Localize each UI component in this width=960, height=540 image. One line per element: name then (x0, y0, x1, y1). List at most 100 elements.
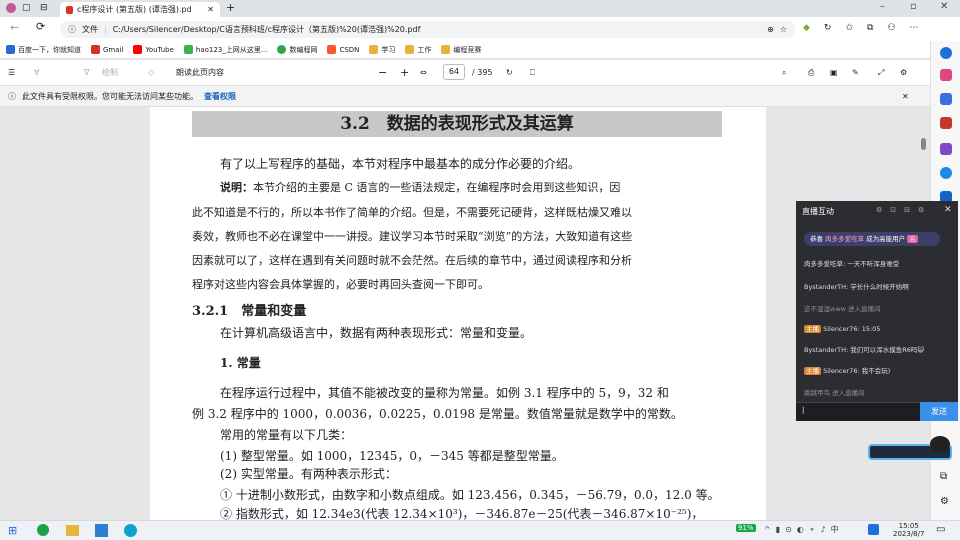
zoom-in-button[interactable]: + (400, 66, 409, 79)
mascot-icon (930, 436, 950, 452)
search-icon[interactable]: ⌕ (782, 68, 786, 78)
back-icon[interactable]: ← (10, 21, 19, 34)
pdf-page: 3.2 数据的表现形式及其运算 有了以上写程序的基础，本节对程序中最基本的成分作… (150, 107, 766, 521)
high-energy-banner: 恭喜 肉多多爱吃草 成为高能用户 高 (804, 232, 940, 246)
info-icon: ⓘ (8, 91, 16, 101)
info-icon[interactable]: ⓘ (68, 24, 76, 35)
paragraph-2b: 例 3.2 程序中的 1000，0.0036，0.0225，0.0198 是常量… (192, 407, 683, 421)
send-button[interactable]: 发送 (920, 402, 958, 421)
rotate-icon[interactable]: ↻ (506, 68, 513, 77)
bookmark-coding[interactable]: 数编程网 (277, 45, 317, 55)
more-menu-icon[interactable]: ⋯ (910, 23, 919, 33)
pdf-icon (66, 5, 73, 14)
tag-icon[interactable] (940, 93, 952, 105)
bookmark-hao123[interactable]: hao123_上网从这里... (183, 45, 267, 55)
bookmark-youtube[interactable]: YouTube (133, 45, 174, 54)
erase-icon[interactable]: ◇ (148, 68, 154, 77)
bookmarks-bar: 百度一下，你就知道 Gmail YouTube hao123_上网从这里... … (0, 41, 930, 59)
shopping-icon[interactable] (940, 69, 952, 81)
save-as-icon[interactable]: ✎ (852, 68, 859, 77)
tab-close-icon[interactable]: ✕ (207, 5, 214, 14)
list-item-1: (1) 整型常量。如 1000，12345，0，－345 等都是整型常量。 (220, 449, 564, 463)
draw-icon[interactable]: ∇ (84, 68, 89, 77)
start-icon[interactable]: ⊞ (8, 524, 17, 537)
infobar-text: 此文件具有受限权限。您可能无法访问某些功能。 (22, 91, 198, 101)
q-icon[interactable] (868, 524, 879, 535)
zoom-out-button[interactable]: − (378, 66, 387, 79)
chat-message: 主播 Silencer76: 15:05 (804, 325, 881, 333)
chat-message: 肉多多爱吃草: 一天不听浑身难受 (804, 260, 900, 268)
list-item-2: (2) 实型常量。有两种表示形式： (220, 467, 397, 481)
file-explorer-icon[interactable] (66, 525, 79, 536)
live-chat-panel: 直播互动 ⚙⊡⊟⚙ ✕ 恭喜 肉多多爱吃草 成为高能用户 高 肉多多爱吃草: 一… (796, 201, 958, 421)
workspaces-icon[interactable]: ▢ (22, 3, 31, 13)
tab-actions-icon[interactable]: ⊟ (40, 3, 48, 13)
scrollbar-thumb[interactable] (921, 138, 926, 150)
extension-icon[interactable]: ◆ (803, 23, 810, 33)
close-window-button[interactable]: ✕ (940, 1, 948, 12)
bookmark-gmail[interactable]: Gmail (91, 45, 123, 54)
battery-indicator[interactable]: 91% (736, 524, 756, 532)
sidebar-settings-icon[interactable]: ⚙ (940, 496, 949, 507)
clock[interactable]: 15:05 2023/8/7 (893, 522, 924, 538)
host-badge: 主播 (804, 367, 821, 375)
note-line-3: 奏效，教师也不必在课堂中一一讲授。建议学习本节时采取“浏览”的方法，大致知道有这… (192, 230, 633, 243)
bookmark-folder-contest[interactable]: 编程竞赛 (441, 45, 481, 55)
tab-title: c程序设计 (第五版) (谭浩强).pd (77, 5, 192, 14)
title-bar: ▢ ⊟ c程序设计 (第五版) (谭浩强).pd ✕ + – ▫ ✕ (0, 0, 960, 17)
bookmark-folder-work[interactable]: 工作 (405, 45, 431, 55)
view-permissions-link[interactable]: 查看权限 (204, 91, 236, 102)
tab-pdf[interactable]: c程序设计 (第五版) (谭浩强).pd ✕ (60, 2, 220, 17)
refresh-icon[interactable]: ⟳ (36, 20, 45, 33)
page-view-icon[interactable]: ⎕ (530, 68, 535, 78)
tray-icons[interactable]: ^▮⊙◐⚬♪中 (764, 524, 844, 535)
heading-constants: 1. 常量 (220, 356, 261, 370)
restore-button[interactable]: ▫ (910, 1, 917, 12)
live-panel-close-icon[interactable]: ✕ (944, 205, 952, 215)
section-heading: 3.2 数据的表现形式及其运算 (192, 111, 722, 137)
games-icon[interactable] (940, 143, 952, 155)
minimize-button[interactable]: – (880, 1, 885, 12)
address-bar[interactable]: ⓘ 文件 | C:/Users/Silencer/Desktop/C语言预科班/… (60, 21, 795, 38)
url-scheme-label: 文件 (82, 25, 98, 34)
new-tab-button[interactable]: + (226, 1, 235, 14)
page-number-input[interactable]: 64 (443, 64, 465, 80)
fit-page-icon[interactable]: ⇔ (420, 68, 427, 77)
toolbox-icon[interactable] (940, 117, 952, 129)
favorite-star-icon[interactable]: ☆ (780, 25, 787, 34)
infobar-close-button[interactable]: ✕ (902, 92, 909, 101)
bookmark-csdn[interactable]: CSDN (327, 45, 359, 54)
search-sidebar-icon[interactable] (940, 47, 952, 59)
refresh-extension-icon[interactable]: ↻ (824, 23, 832, 33)
zoom-icon[interactable]: ⊕ (767, 25, 774, 34)
page-total: / 395 (472, 68, 493, 77)
app-icon[interactable] (95, 524, 108, 537)
url-text[interactable]: C:/Users/Silencer/Desktop/C语言预科班/c程序设计（第… (113, 24, 761, 35)
chat-input[interactable]: | (796, 402, 920, 421)
collections-icon[interactable]: ⧉ (867, 23, 873, 33)
extensions-icon[interactable]: ⚇ (887, 23, 895, 33)
highlight-icon[interactable]: ∀ (34, 68, 39, 77)
fullscreen-icon[interactable]: ⤢ (878, 68, 884, 78)
notification-icon[interactable]: ▭ (936, 524, 945, 535)
note-line-1: 本节介绍的主要是 C 语言的一些语法规定，在编程序时会用到这些知识，因 (253, 181, 621, 194)
save-icon[interactable]: ▣ (830, 68, 838, 77)
paragraph-1: 在计算机高级语言中，数据有两种表现形式：常量和变量。 (220, 326, 533, 340)
live-panel-title: 直播互动 (802, 207, 834, 216)
favorites-icon[interactable]: ✩ (845, 23, 853, 33)
note-label: 说明： (220, 181, 253, 194)
print-icon[interactable]: ⎙ (808, 68, 814, 78)
settings-icon[interactable]: ⚙ (900, 68, 907, 77)
chrome-icon[interactable] (37, 524, 49, 536)
paragraph-2a: 在程序运行过程中，其值不能被改变的量称为常量。如例 3.1 程序中的 5，9，3… (220, 386, 669, 400)
draw-label[interactable]: 绘制 (102, 67, 118, 78)
contents-icon[interactable]: ☰ (8, 68, 15, 77)
panel-controls[interactable]: ⚙⊡⊟⚙ (876, 206, 932, 214)
external-link-icon[interactable]: ⧉ (940, 471, 947, 482)
office-icon[interactable] (940, 167, 952, 179)
bookmark-folder-study[interactable]: 学习 (369, 45, 395, 55)
read-aloud-button[interactable]: 朗读此页内容 (176, 67, 224, 78)
bookmark-baidu[interactable]: 百度一下，你就知道 (6, 45, 81, 55)
edge-icon[interactable] (124, 524, 137, 537)
profile-avatar[interactable] (6, 3, 16, 13)
